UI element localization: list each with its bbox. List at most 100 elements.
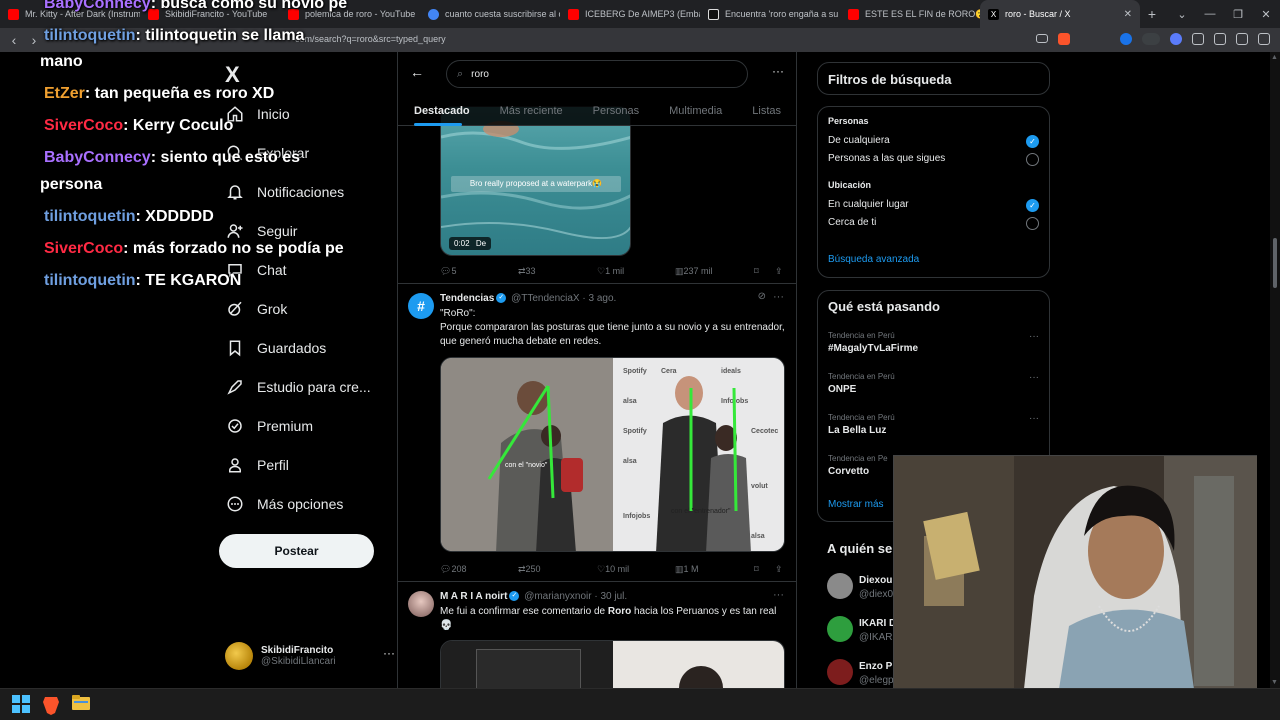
- more-dots-icon[interactable]: ···: [773, 291, 784, 303]
- more-dots-icon[interactable]: ···: [383, 646, 395, 660]
- brave-shield-icon[interactable]: [1058, 33, 1070, 45]
- bookmark-button[interactable]: ⌑: [754, 564, 759, 575]
- more-dots-icon[interactable]: ···: [1029, 372, 1039, 383]
- grok-icon[interactable]: ⊘: [758, 291, 766, 302]
- avatar[interactable]: [827, 573, 853, 599]
- back-arrow-icon[interactable]: ←: [410, 64, 424, 80]
- wallet-icon[interactable]: [1170, 33, 1182, 45]
- sidebar-item-explorar[interactable]: Explorar: [225, 143, 309, 163]
- avatar[interactable]: #: [408, 293, 434, 319]
- file-explorer-icon[interactable]: [72, 695, 92, 715]
- repost-button[interactable]: ⇄ 33: [518, 266, 536, 277]
- more-dots-icon[interactable]: ···: [1029, 413, 1039, 424]
- browser-tab[interactable]: Encuentra 'roro engaña a su p: [700, 0, 840, 28]
- share-button[interactable]: ⇪: [775, 266, 783, 277]
- tab-search-icon[interactable]: ⌄: [1168, 8, 1196, 21]
- page-scrollbar[interactable]: ▲ ▼: [1270, 52, 1280, 688]
- post-image[interactable]: [440, 640, 785, 688]
- views-button[interactable]: ▥ 237 mil: [675, 266, 713, 277]
- radio-icon[interactable]: [1026, 217, 1039, 230]
- browser-tab[interactable]: SkibidiFrancito - YouTube: [140, 0, 280, 28]
- like-button[interactable]: ♡ 1 mil: [597, 266, 624, 277]
- share-button[interactable]: ⇪: [775, 564, 783, 575]
- filter-option[interactable]: Cerca de ti: [828, 217, 876, 228]
- radio-icon[interactable]: [1026, 153, 1039, 166]
- post-maria[interactable]: M A R I A noirt ✓ @marianyxnoir · 30 jul.…: [398, 583, 796, 688]
- reply-button[interactable]: 💬︎ 5: [440, 266, 456, 277]
- x-icon: X: [988, 8, 999, 20]
- x-logo[interactable]: X: [225, 62, 240, 88]
- post-image[interactable]: Spotify Cera ideals alsa Infojobs Spotify Ce…: [440, 357, 785, 552]
- close-window-icon[interactable]: ✕: [1252, 8, 1280, 21]
- sidebar-item-estudio[interactable]: Estudio para cre...: [225, 377, 371, 397]
- close-tab-icon[interactable]: ✕: [1124, 9, 1132, 20]
- filter-option[interactable]: De cualquiera: [828, 135, 890, 146]
- browser-tab[interactable]: Mr. Kitty - After Dark (Instrum: [0, 0, 140, 28]
- post-tendencias[interactable]: # Tendencias ✓ @TTendenciaX · 3 ago. ⊘ ··…: [398, 285, 796, 582]
- bookmark-button[interactable]: ⌑: [754, 266, 759, 277]
- url-text[interactable]: com/search?q=roro&src=typed_query: [295, 34, 446, 44]
- more-dots-icon[interactable]: ···: [1029, 331, 1039, 342]
- screen-icon[interactable]: [1036, 34, 1048, 43]
- post-button[interactable]: Postear: [219, 534, 374, 568]
- trend-item[interactable]: Corvetto: [828, 466, 869, 477]
- browser-tab[interactable]: ESTE ES EL FIN de RORO😮 H: [840, 0, 980, 28]
- sidebar-item-mas-opciones[interactable]: Más opciones: [225, 494, 343, 514]
- scroll-up-icon[interactable]: ▲: [1271, 54, 1278, 61]
- minimize-icon[interactable]: —: [1196, 8, 1224, 20]
- maximize-icon[interactable]: ❐: [1224, 8, 1252, 21]
- advanced-search-link[interactable]: Búsqueda avanzada: [828, 254, 919, 265]
- more-dots-icon[interactable]: ···: [773, 589, 784, 601]
- forward-icon[interactable]: ›: [24, 32, 44, 48]
- trend-item[interactable]: La Bella Luz: [828, 425, 886, 436]
- tag-icon[interactable]: [1192, 33, 1204, 45]
- post-video[interactable]: Bro really proposed at a waterpark😭 0:02…: [398, 106, 796, 284]
- tab-listas[interactable]: Listas: [730, 96, 789, 126]
- sidebar-item-seguir[interactable]: Seguir: [225, 221, 297, 241]
- toggle-icon[interactable]: [1142, 33, 1160, 45]
- avatar[interactable]: [827, 616, 853, 642]
- post-video-media[interactable]: Bro really proposed at a waterpark😭 0:02…: [440, 106, 631, 256]
- sidebar-item-inicio[interactable]: Inicio: [225, 104, 290, 124]
- browser-tab[interactable]: ICEBERG De AIMEP3 (Embaraz: [560, 0, 700, 28]
- media-icon[interactable]: [1236, 33, 1248, 45]
- browser-tab[interactable]: cuanto cuesta suscribirse al c: [420, 0, 560, 28]
- radio-checked-icon[interactable]: ✓: [1026, 135, 1039, 148]
- extensions-icon[interactable]: [1214, 33, 1226, 45]
- tab-multimedia[interactable]: Multimedia: [647, 96, 730, 126]
- tab-mas-reciente[interactable]: Más reciente: [478, 96, 571, 126]
- views-button[interactable]: ▥ 1 M: [675, 564, 699, 575]
- like-button[interactable]: ♡ 10 mil: [597, 564, 629, 575]
- bookmarks-icon[interactable]: [1258, 33, 1270, 45]
- browser-tab-active[interactable]: Xroro - Buscar / X ✕: [980, 0, 1140, 28]
- search-input[interactable]: ⌕ roro: [446, 60, 748, 88]
- avatar[interactable]: [408, 591, 434, 617]
- vpn-icon[interactable]: [1120, 33, 1132, 45]
- tab-personas[interactable]: Personas: [571, 96, 647, 126]
- sidebar-item-premium[interactable]: Premium: [225, 416, 313, 436]
- trend-item[interactable]: ONPE: [828, 384, 856, 395]
- sidebar-item-guardados[interactable]: Guardados: [225, 338, 326, 358]
- sidebar-item-perfil[interactable]: Perfil: [225, 455, 289, 475]
- filter-option[interactable]: En cualquier lugar: [828, 199, 909, 210]
- show-more-link[interactable]: Mostrar más: [828, 499, 884, 510]
- account-switcher[interactable]: SkibidiFrancito @SkibidiLlancari ···: [225, 642, 395, 670]
- avatar[interactable]: [827, 659, 853, 685]
- tab-destacado[interactable]: Destacado: [398, 96, 478, 126]
- filter-option[interactable]: Personas a las que sigues: [828, 153, 945, 164]
- more-dots-icon[interactable]: ···: [772, 64, 784, 78]
- new-tab-button[interactable]: +: [1140, 6, 1164, 22]
- scroll-down-icon[interactable]: ▼: [1271, 679, 1278, 686]
- radio-checked-icon[interactable]: ✓: [1026, 199, 1039, 212]
- trend-item[interactable]: #MagalyTvLaFirme: [828, 343, 918, 354]
- reply-button[interactable]: 💬︎ 208: [440, 564, 466, 575]
- sidebar-item-chat[interactable]: Chat: [225, 260, 287, 280]
- brave-browser-icon[interactable]: [42, 695, 62, 715]
- browser-tab[interactable]: polemica de roro - YouTube: [280, 0, 420, 28]
- back-icon[interactable]: ‹: [4, 32, 24, 48]
- repost-button[interactable]: ⇄ 250: [518, 564, 541, 575]
- scrollbar-thumb[interactable]: [1273, 238, 1277, 288]
- sidebar-item-grok[interactable]: Grok: [225, 299, 287, 319]
- sidebar-item-notificaciones[interactable]: Notificaciones: [225, 182, 344, 202]
- windows-start-icon[interactable]: [12, 695, 32, 715]
